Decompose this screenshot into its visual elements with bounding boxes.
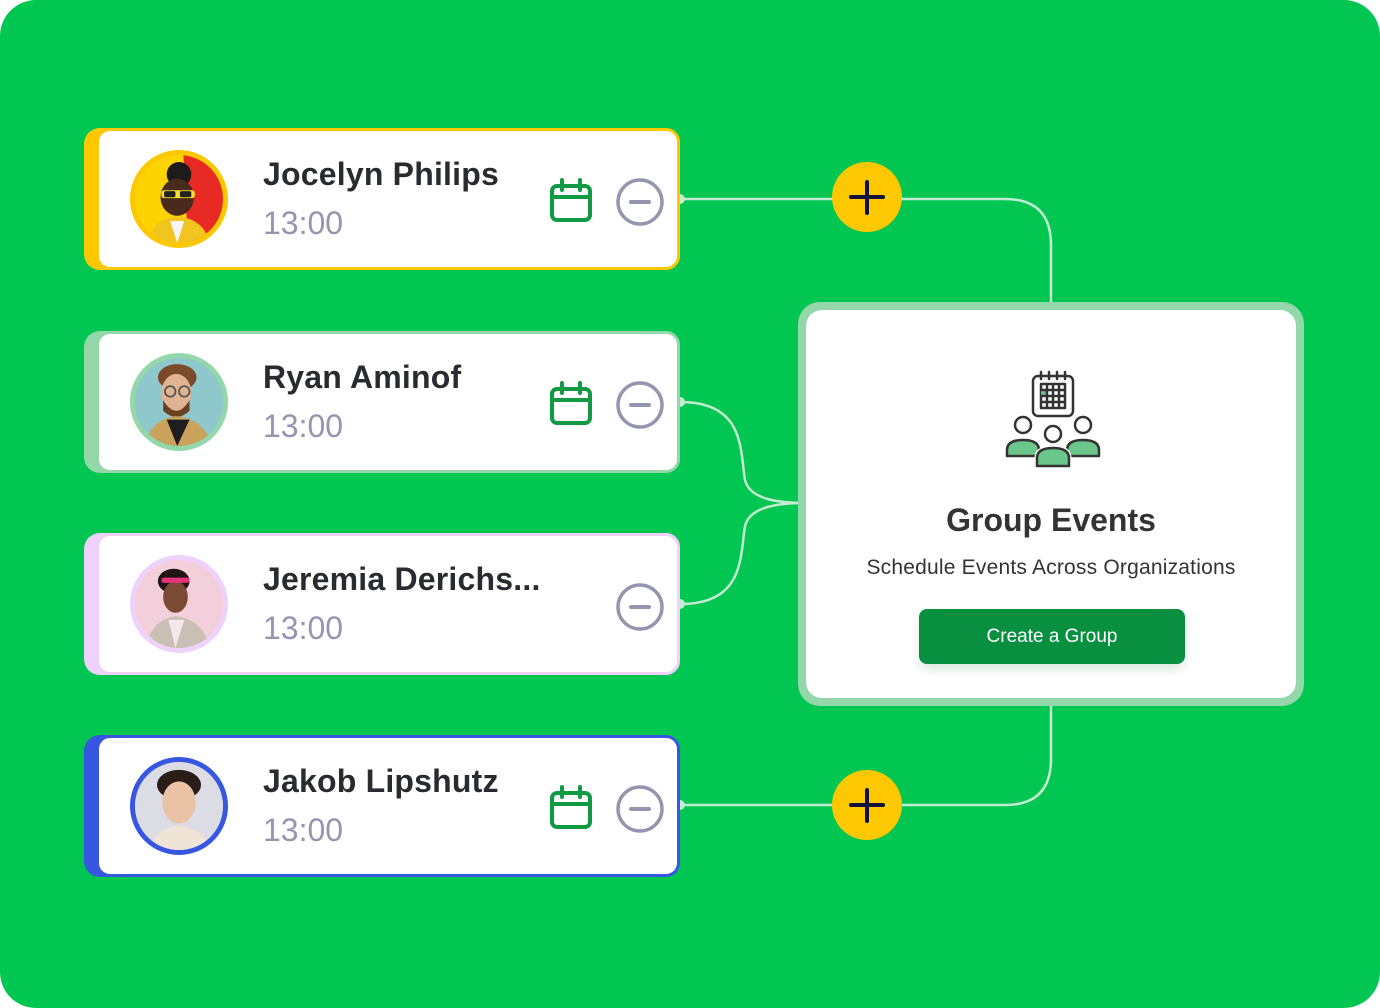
avatar [130, 150, 228, 248]
remove-button[interactable] [614, 581, 666, 633]
calendar-icon [550, 381, 592, 425]
avatar [130, 555, 228, 653]
person-time: 13:00 [263, 205, 344, 241]
group-events-subtitle: Schedule Events Across Organizations [866, 556, 1236, 579]
card-body: Jeremia Derichs... 13:00 [96, 533, 680, 675]
avatar [130, 757, 228, 855]
avatar [130, 353, 228, 451]
minus-circle-icon [616, 785, 664, 833]
person-card-ryan: Ryan Aminof 13:00 [84, 331, 680, 473]
person-card-jocelyn: Jocelyn Philips 13:00 [84, 128, 680, 270]
card-body: Jocelyn Philips 13:00 [96, 128, 680, 270]
group-events-card: Group Events Schedule Events Across Orga… [798, 302, 1304, 706]
calendar-button[interactable] [549, 785, 593, 831]
minus-circle-icon [616, 178, 664, 226]
card-body: Jakob Lipshutz 13:00 [96, 735, 680, 877]
card-body: Ryan Aminof 13:00 [96, 331, 680, 473]
connector-jeremia [679, 501, 807, 606]
person-time: 13:00 [263, 812, 344, 848]
plus-icon [849, 180, 885, 215]
remove-button[interactable] [614, 379, 666, 431]
remove-button[interactable] [614, 783, 666, 835]
group-events-card-body: Group Events Schedule Events Across Orga… [806, 310, 1296, 698]
calendar-icon [550, 785, 592, 829]
minus-circle-icon [616, 381, 664, 429]
calendar-button[interactable] [549, 178, 593, 224]
person-name: Jakob Lipshutz [263, 763, 499, 799]
person-name: Jeremia Derichs... [263, 561, 541, 597]
group-calendar-icon [1005, 370, 1101, 469]
group-events-title: Group Events [946, 502, 1156, 538]
canvas: Jocelyn Philips 13:00 Ryan Aminof 13:00 … [0, 0, 1380, 1008]
person-name: Ryan Aminof [263, 359, 462, 395]
person-time: 13:00 [263, 408, 344, 444]
person-card-jakob: Jakob Lipshutz 13:00 [84, 735, 680, 877]
person-name: Jocelyn Philips [263, 156, 499, 192]
create-group-button[interactable]: Create a Group [919, 609, 1185, 664]
minus-circle-icon [616, 583, 664, 631]
calendar-button[interactable] [549, 381, 593, 427]
add-button-bottom[interactable] [832, 770, 902, 840]
plus-icon [849, 788, 885, 823]
person-time: 13:00 [263, 610, 344, 646]
person-card-jeremia: Jeremia Derichs... 13:00 [84, 533, 680, 675]
remove-button[interactable] [614, 176, 666, 228]
add-button-top[interactable] [832, 162, 902, 232]
connector-ryan [679, 400, 807, 505]
calendar-icon [550, 178, 592, 222]
